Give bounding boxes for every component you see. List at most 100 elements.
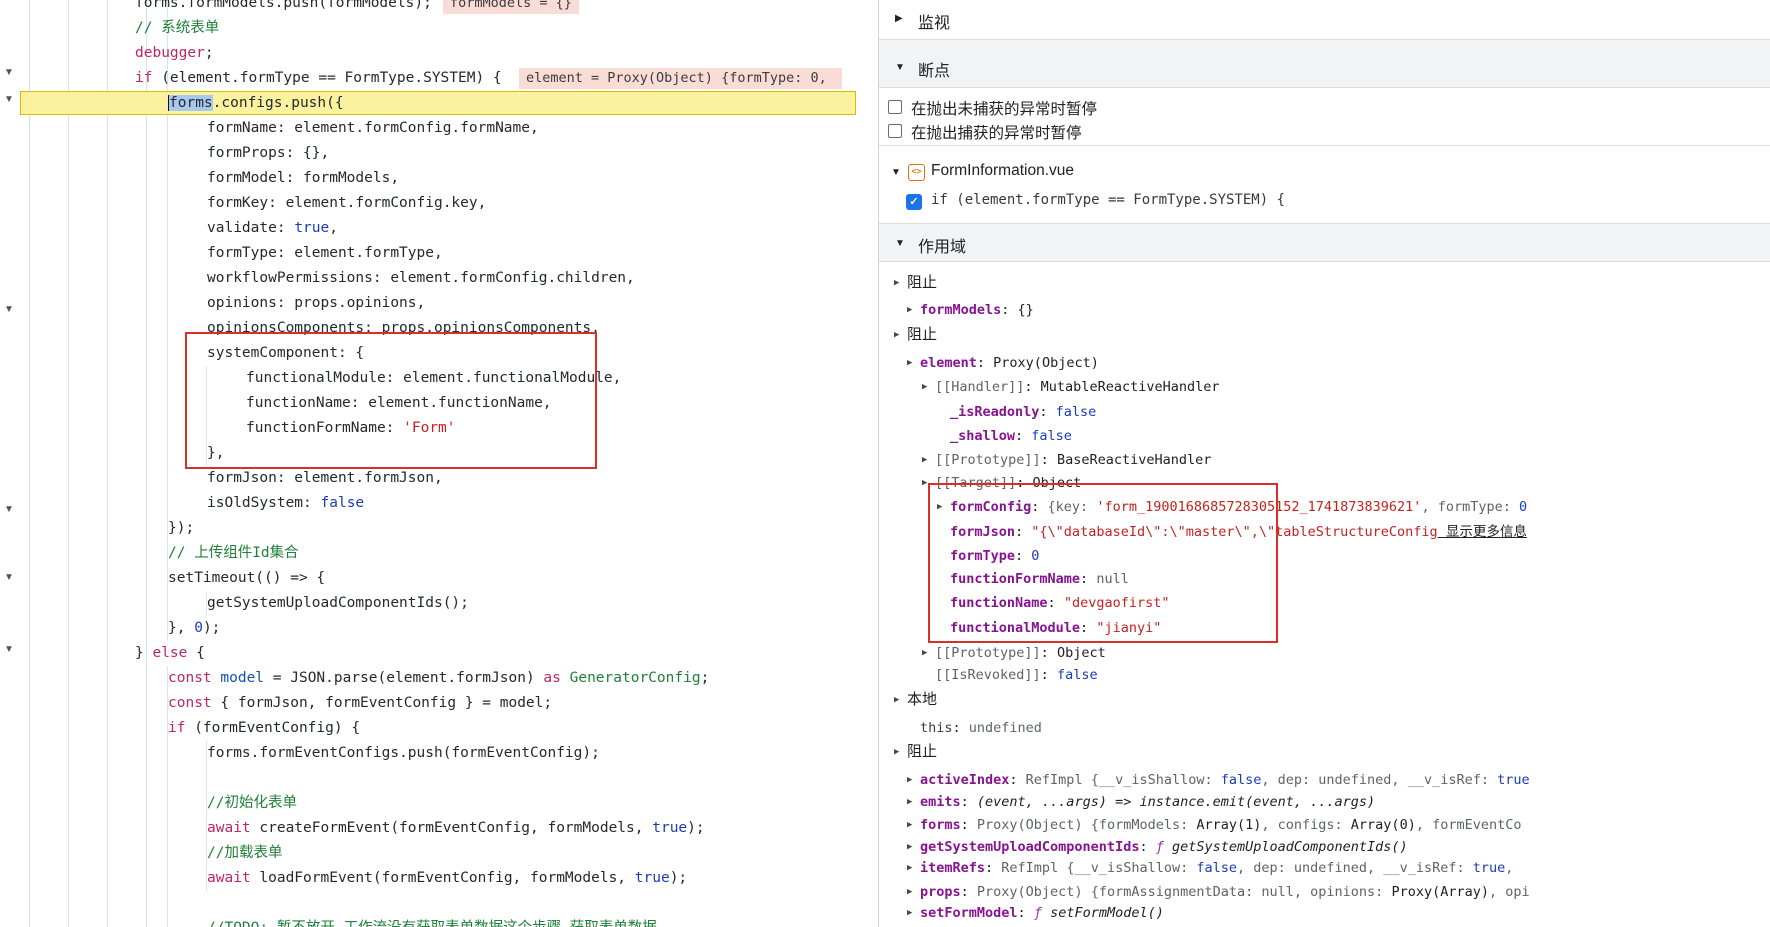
expand-icon[interactable]: ▶ xyxy=(894,688,899,712)
code-line[interactable]: setTimeout(() => { xyxy=(0,566,857,591)
pause-caught-label[interactable]: 在抛出捕获的异常时暂停 xyxy=(911,121,1082,143)
scope-key: props xyxy=(920,884,961,900)
code-line[interactable]: debugger; xyxy=(0,41,857,66)
expand-icon[interactable]: ▶ xyxy=(894,323,899,347)
chevron-right-icon[interactable]: ▶ xyxy=(895,13,903,24)
expand-icon[interactable]: ▶ xyxy=(907,768,912,792)
fold-arrow-icon[interactable]: ▼ xyxy=(2,304,16,316)
expand-icon[interactable]: ▶ xyxy=(907,351,912,375)
expand-icon[interactable]: ▶ xyxy=(907,856,912,880)
breakpoint-enabled-checkbox[interactable]: ✓ xyxy=(906,194,922,210)
code-line[interactable]: const { formJson, formEventConfig } = mo… xyxy=(0,691,857,716)
breakpoints-section-header[interactable]: ▼ 断点 xyxy=(879,40,1770,88)
code-line[interactable]: getSystemUploadComponentIds(); xyxy=(0,591,857,616)
code-line[interactable]: formKey: element.formConfig.key, xyxy=(0,191,857,216)
scope-row[interactable]: ▶[[Handler]]: MutableReactiveHandler xyxy=(879,375,1770,399)
code-line[interactable]: //加载表单 xyxy=(0,841,857,866)
fold-arrow-icon[interactable]: ▼ xyxy=(2,504,16,516)
code-line[interactable]: formJson: element.formJson, xyxy=(0,466,857,491)
chevron-down-icon[interactable]: ▼ xyxy=(895,238,905,249)
file-collapse-icon[interactable]: ▼ xyxy=(891,167,901,178)
code-line[interactable]: }); xyxy=(0,516,857,541)
scope-row[interactable]: ▶本地 xyxy=(879,688,1770,712)
code-text: isOldSystem: false xyxy=(207,491,364,516)
code-text: // 上传组件Id集合 xyxy=(168,541,299,566)
fold-arrow-icon[interactable]: ▼ xyxy=(2,644,16,656)
code-line[interactable]: // 上传组件Id集合 xyxy=(0,541,857,566)
code-line[interactable]: //TODO: 暂不放开,工作流没有获取表单数据这个步骤,获取表单数据 xyxy=(0,916,857,927)
expand-icon[interactable]: ▶ xyxy=(922,448,927,472)
code-line[interactable]: await loadFormEvent(formEventConfig, for… xyxy=(0,866,857,891)
expand-icon[interactable]: ▶ xyxy=(907,790,912,814)
code-line[interactable]: formName: element.formConfig.formName, xyxy=(0,116,857,141)
expand-icon[interactable]: ▶ xyxy=(922,375,927,399)
code-line[interactable]: const model = JSON.parse(element.formJso… xyxy=(0,666,857,691)
code-line[interactable]: opinions: props.opinions, xyxy=(0,291,857,316)
scope-row[interactable]: ▶activeIndex: RefImpl {__v_isShallow: fa… xyxy=(879,768,1770,792)
chevron-down-icon[interactable]: ▼ xyxy=(895,62,905,73)
scope-value: Proxy(Array) xyxy=(1391,884,1489,900)
code-line[interactable]: await createFormEvent(formEventConfig, f… xyxy=(0,816,857,841)
scope-row[interactable]: ▶formModels: {} xyxy=(879,298,1770,322)
scope-row[interactable]: ▶forms: Proxy(Object) {formModels: Array… xyxy=(879,813,1770,837)
code-line[interactable]: }, 0); xyxy=(0,616,857,641)
code-text: //初始化表单 xyxy=(207,791,297,816)
scope-row[interactable]: ▶itemRefs: RefImpl {__v_isShallow: false… xyxy=(879,856,1770,880)
pause-caught-checkbox[interactable] xyxy=(888,124,902,138)
code-line[interactable] xyxy=(0,891,857,916)
expand-icon[interactable]: ▶ xyxy=(907,901,912,925)
code-line[interactable]: if (formEventConfig) { xyxy=(0,716,857,741)
code-text: formKey: element.formConfig.key, xyxy=(207,191,486,216)
code-line[interactable]: // 系统表单 xyxy=(0,16,857,41)
watch-section-header[interactable]: ▶ 监视 xyxy=(879,0,1770,40)
fold-arrow-icon[interactable]: ▼ xyxy=(2,572,16,584)
code-token: ; xyxy=(205,45,214,61)
pause-uncaught-checkbox[interactable] xyxy=(888,100,902,114)
code-line[interactable]: //初始化表单 xyxy=(0,791,857,816)
scope-section-header[interactable]: ▼ 作用域 xyxy=(879,224,1770,262)
code-line[interactable]: formProps: {}, xyxy=(0,141,857,166)
show-more-link[interactable]: 显示更多信息 xyxy=(1438,524,1527,540)
code-line[interactable]: formType: element.formType, xyxy=(0,241,857,266)
scope-row[interactable]: ▶element: Proxy(Object) xyxy=(879,351,1770,375)
scope-row[interactable]: ▶[[Prototype]]: Object xyxy=(879,641,1770,665)
expand-icon[interactable]: ▶ xyxy=(907,298,912,322)
fold-arrow-icon[interactable]: ▼ xyxy=(2,94,16,106)
code-line[interactable]: if (element.formType == FormType.SYSTEM)… xyxy=(0,66,857,91)
scope-row[interactable]: _isReadonly: false xyxy=(879,400,1770,424)
expand-icon[interactable]: ▶ xyxy=(922,641,927,665)
breakpoint-code-snippet[interactable]: if (element.formType == FormType.SYSTEM)… xyxy=(931,192,1285,208)
code-line[interactable]: forms.configs.push({ xyxy=(0,91,857,116)
scope-row[interactable]: ▶阻止 xyxy=(879,740,1770,764)
scope-row[interactable]: _shallow: false xyxy=(879,424,1770,448)
expand-icon[interactable]: ▶ xyxy=(907,813,912,837)
expand-icon[interactable]: ▶ xyxy=(922,471,927,495)
code-line[interactable]: validate: true, xyxy=(0,216,857,241)
scope-row[interactable]: ▶setFormModel: ƒ setFormModel() xyxy=(879,901,1770,925)
fold-arrow-icon[interactable]: ▼ xyxy=(2,67,16,79)
expand-icon[interactable]: ▶ xyxy=(894,271,899,295)
breakpoint-list: ▼ <> FormInformation.vue ✓ if (element.f… xyxy=(879,146,1770,224)
pause-uncaught-label[interactable]: 在抛出未捕获的异常时暂停 xyxy=(911,97,1097,119)
scope-row[interactable]: [[IsRevoked]]: false xyxy=(879,663,1770,687)
breakpoint-file-name[interactable]: FormInformation.vue xyxy=(931,162,1074,180)
scope-row[interactable]: this: undefined xyxy=(879,716,1770,740)
code-token: setTimeout(() => { xyxy=(168,570,325,586)
scope-row[interactable]: ▶阻止 xyxy=(879,323,1770,347)
code-token: const xyxy=(168,695,212,711)
scope-value: false xyxy=(1031,428,1072,444)
code-line[interactable]: workflowPermissions: element.formConfig.… xyxy=(0,266,857,291)
code-line[interactable]: formModel: formModels, xyxy=(0,166,857,191)
code-line[interactable]: } else { xyxy=(0,641,857,666)
code-token: await xyxy=(207,870,251,886)
expand-icon[interactable]: ▶ xyxy=(894,740,899,764)
code-line[interactable] xyxy=(0,766,857,791)
code-line[interactable]: forms.formModels.push(formModels);formMo… xyxy=(0,0,857,16)
scope-value: RefImpl {__v_isShallow: xyxy=(1026,772,1221,788)
scope-row[interactable]: ▶[[Prototype]]: BaseReactiveHandler xyxy=(879,448,1770,472)
code-line[interactable]: isOldSystem: false xyxy=(0,491,857,516)
scope-row[interactable]: ▶阻止 xyxy=(879,271,1770,295)
code-line[interactable]: forms.formEventConfigs.push(formEventCon… xyxy=(0,741,857,766)
editor-scrollbar[interactable] xyxy=(857,0,878,927)
scope-row[interactable]: ▶emits: (event, ...args) => instance.emi… xyxy=(879,790,1770,814)
